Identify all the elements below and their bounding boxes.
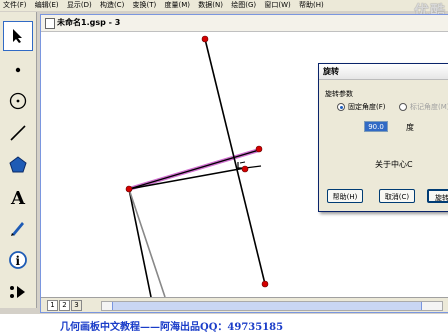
svg-text:A: A (10, 188, 26, 207)
menu-construct[interactable]: 构造(C) (97, 0, 127, 11)
text-tool-icon: A (10, 188, 26, 207)
tutorial-caption: 几何画板中文教程——阿海出品QQ：49735185 (60, 322, 284, 333)
rotation-center-label: 关于中心C (375, 160, 413, 169)
radio-selected-icon (337, 103, 345, 111)
point-bottom[interactable] (261, 280, 269, 288)
menu-help[interactable]: 帮助(H) (296, 0, 327, 11)
marker-tool[interactable] (3, 213, 33, 243)
horizontal-scrollbar[interactable] (101, 301, 443, 311)
marked-angle-label: 标记角度(M) (410, 103, 448, 111)
help-button[interactable]: 帮助(H) (327, 189, 363, 203)
fixed-angle-label: 固定角度(F) (348, 103, 386, 111)
text-tool[interactable]: A (3, 182, 33, 212)
page-tab-2[interactable]: 2 (59, 300, 70, 311)
polygon-tool[interactable] (3, 150, 33, 180)
line-tool-icon (10, 125, 26, 141)
rotation-params-label: 旋转参数 (325, 90, 353, 98)
angle-unit: 度 (406, 123, 414, 132)
page-tab-3[interactable]: 3 (71, 300, 82, 311)
point-tool-icon (15, 67, 21, 73)
information-tool-icon: i (9, 251, 27, 269)
svg-text:i: i (16, 254, 21, 268)
arrow-tool-icon (13, 29, 22, 43)
cancel-button[interactable]: 取消(C) (379, 189, 415, 203)
menu-data[interactable]: 数据(N) (195, 0, 226, 11)
dialog-title: 旋转 (319, 64, 448, 80)
compass-tool-icon (9, 92, 27, 110)
menu-graph[interactable]: 绘图(G) (228, 0, 259, 11)
rotate-dialog: 旋转 旋转参数 固定角度(F) 标记角度(M) 帮助(H) 取消(C) 旋转 (318, 63, 448, 212)
rotate-button[interactable]: 旋转 (427, 189, 448, 203)
page-bar: 1 2 3 (41, 297, 448, 312)
menu-measure[interactable]: 度量(M) (162, 0, 194, 11)
compass-tool[interactable] (3, 86, 33, 116)
menu-transform[interactable]: 变换(T) (130, 0, 160, 11)
information-tool[interactable]: i (3, 245, 33, 275)
menu-display[interactable]: 显示(D) (64, 0, 95, 11)
custom-tool-icon (10, 286, 25, 298)
scrollbar-thumb[interactable] (112, 302, 422, 310)
menu-bar: 文件(F) 编辑(E) 显示(D) 构造(C) 变换(T) 度量(M) 数据(N… (0, 0, 448, 11)
page-tab-1[interactable]: 1 (47, 300, 58, 311)
menu-window[interactable]: 窗口(W) (261, 0, 293, 11)
line-tool[interactable] (3, 118, 33, 148)
right-angle-tick (239, 161, 246, 164)
fixed-angle-radio[interactable]: 固定角度(F) (337, 102, 386, 112)
arrow-tool[interactable] (3, 21, 33, 51)
radio-unselected-icon (399, 103, 407, 111)
point-center-c[interactable] (125, 185, 133, 193)
custom-tool[interactable] (3, 277, 33, 307)
marked-angle-radio: 标记角度(M) (399, 102, 448, 112)
point-upper-right[interactable] (255, 145, 263, 153)
menu-file[interactable]: 文件(F) (0, 0, 30, 11)
point-foot[interactable] (241, 165, 249, 173)
toolbox: A i (0, 12, 37, 308)
point-top[interactable] (201, 35, 209, 43)
point-tool[interactable] (3, 55, 33, 85)
polygon-tool-icon (9, 156, 27, 173)
angle-input-wrapper (364, 121, 388, 132)
menu-edit[interactable]: 编辑(E) (32, 0, 62, 11)
angle-input[interactable] (364, 121, 388, 132)
marker-tool-icon (11, 222, 24, 236)
